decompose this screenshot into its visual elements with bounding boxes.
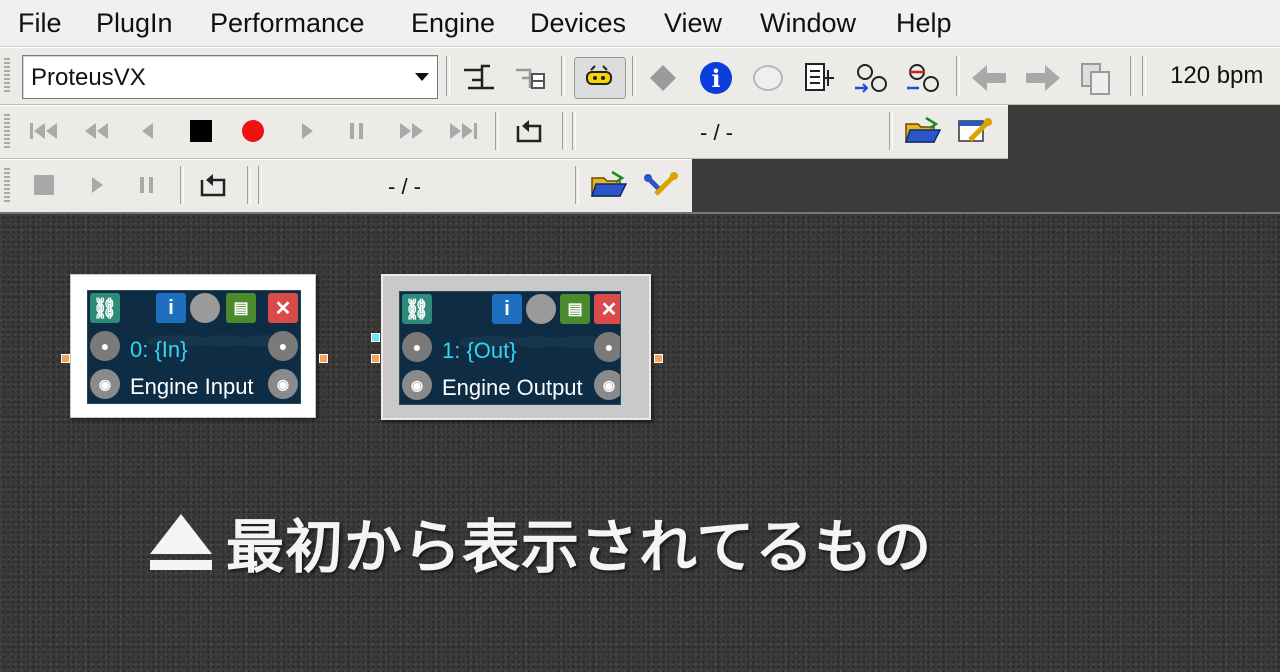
module-body: ⛓ i ▤ ✕ ● ● ◉ ◉ 1: {Out} Engine Output: [399, 291, 621, 405]
knob-icon[interactable]: [190, 293, 220, 323]
output-pin[interactable]: [654, 354, 663, 363]
close-icon[interactable]: ✕: [594, 294, 621, 324]
play-icon[interactable]: [292, 114, 322, 148]
toolbar-separator: [247, 166, 251, 204]
midi-in-icon[interactable]: ●: [402, 332, 432, 362]
record-icon[interactable]: [236, 114, 270, 148]
settings-wrench-icon[interactable]: [954, 114, 996, 148]
triangle-base: [150, 560, 212, 570]
pause-icon[interactable]: [342, 114, 372, 148]
toolbar-separator: [575, 166, 579, 204]
toolbar-separator: [495, 112, 499, 150]
info-icon[interactable]: i: [492, 294, 522, 324]
menu-window[interactable]: Window: [752, 6, 864, 40]
arrow-left-icon[interactable]: [968, 60, 1010, 96]
toolbar-grip[interactable]: [4, 114, 10, 150]
menu-view[interactable]: View: [656, 6, 730, 40]
toolbar-separator: [1130, 56, 1134, 96]
knob-icon[interactable]: [748, 60, 788, 96]
toolbar-separator: [956, 56, 960, 96]
rewind-icon[interactable]: [78, 114, 114, 148]
menu-bar: File PlugIn Performance Engine Devices V…: [0, 0, 1280, 47]
play-icon[interactable]: [82, 168, 112, 202]
menu-devices[interactable]: Devices: [522, 6, 634, 40]
module-name: Engine Output: [442, 375, 583, 401]
menu-plugin[interactable]: PlugIn: [88, 6, 181, 40]
toolbar-separator: [889, 112, 893, 150]
input-pin[interactable]: [371, 354, 380, 363]
toolbar-separator: [632, 56, 636, 96]
close-icon[interactable]: ✕: [268, 293, 298, 323]
knob-icon[interactable]: [526, 294, 556, 324]
info-icon[interactable]: i: [696, 59, 736, 97]
input-pin[interactable]: [61, 354, 70, 363]
module-body: ⛓ i ▤ ✕ ● ● ◉ ◉ 0: {In} Engine Input: [87, 290, 301, 404]
menu-performance[interactable]: Performance: [202, 6, 373, 40]
loop-icon[interactable]: [194, 168, 232, 202]
toolbar-grip[interactable]: [4, 168, 10, 204]
stop-icon[interactable]: [28, 168, 60, 202]
output-pin[interactable]: [319, 354, 328, 363]
midi-in-icon[interactable]: ●: [90, 331, 120, 361]
skip-to-start-icon[interactable]: [26, 114, 62, 148]
chevron-down-icon[interactable]: [415, 73, 429, 81]
engine-toggle-icon[interactable]: [574, 57, 626, 99]
midi-out-icon[interactable]: ●: [594, 332, 621, 362]
editor-icon[interactable]: ▤: [226, 293, 256, 323]
open-folder-icon[interactable]: [588, 168, 630, 202]
caption-text: 最初から表示されてるもの: [226, 500, 932, 584]
audio-out-icon[interactable]: ◉: [594, 370, 621, 400]
toolbar-separator: [446, 56, 450, 96]
menu-help[interactable]: Help: [888, 6, 960, 40]
audio-out-icon[interactable]: ◉: [268, 369, 298, 399]
info-icon[interactable]: i: [156, 293, 186, 323]
insert-module-icon[interactable]: [458, 58, 498, 96]
connect-out-icon[interactable]: [904, 59, 944, 97]
module-list-icon[interactable]: [510, 58, 550, 96]
stop-icon[interactable]: [184, 114, 218, 148]
pause-icon[interactable]: [132, 168, 162, 202]
fast-forward-icon[interactable]: [394, 114, 430, 148]
module-index: 1: {Out}: [442, 338, 517, 364]
module-index: 0: {In}: [130, 337, 188, 363]
link-icon[interactable]: ⛓: [402, 294, 432, 324]
clip-position: - / -: [388, 174, 421, 200]
toolbar-grip[interactable]: [4, 58, 10, 94]
skip-to-end-icon[interactable]: [446, 114, 482, 148]
menu-engine[interactable]: Engine: [403, 6, 503, 40]
toolbar-separator: [572, 112, 576, 150]
open-folder-icon[interactable]: [902, 114, 944, 148]
engine-input-module[interactable]: ⛓ i ▤ ✕ ● ● ◉ ◉ 0: {In} Engine Input: [70, 274, 316, 418]
connect-in-icon[interactable]: [852, 59, 892, 97]
toolbar-separator: [180, 166, 184, 204]
module-name: Engine Input: [130, 374, 254, 400]
toolbar-separator: [562, 112, 566, 150]
link-icon[interactable]: ⛓: [90, 293, 120, 323]
tempo-display[interactable]: 120 bpm: [1170, 62, 1263, 90]
step-back-icon[interactable]: [132, 114, 162, 148]
editor-icon[interactable]: ▤: [560, 294, 590, 324]
audio-in-icon[interactable]: ◉: [402, 370, 432, 400]
audio-in-icon[interactable]: ◉: [90, 369, 120, 399]
preset-value: ProteusVX: [31, 64, 146, 92]
toolbar-separator: [258, 166, 262, 204]
toolbar-separator: [561, 56, 565, 96]
engine-output-module[interactable]: ⛓ i ▤ ✕ ● ● ◉ ◉ 1: {Out} Engine Output: [381, 274, 651, 420]
copy-icon[interactable]: [1076, 59, 1116, 97]
menu-file[interactable]: File: [10, 6, 70, 40]
diamond-icon[interactable]: [644, 60, 682, 96]
svg-text:i: i: [711, 64, 720, 93]
arrow-right-icon[interactable]: [1022, 60, 1064, 96]
triangle-icon: [150, 514, 212, 554]
loop-icon[interactable]: [510, 114, 548, 148]
settings-wrench-icon[interactable]: [640, 168, 682, 202]
editor-icon[interactable]: [800, 59, 840, 97]
preset-combo[interactable]: ProteusVX: [22, 55, 438, 99]
midi-out-icon[interactable]: ●: [268, 331, 298, 361]
midi-input-pin[interactable]: [371, 333, 380, 342]
song-position: - / -: [700, 120, 733, 146]
toolbar-separator: [1142, 56, 1146, 96]
